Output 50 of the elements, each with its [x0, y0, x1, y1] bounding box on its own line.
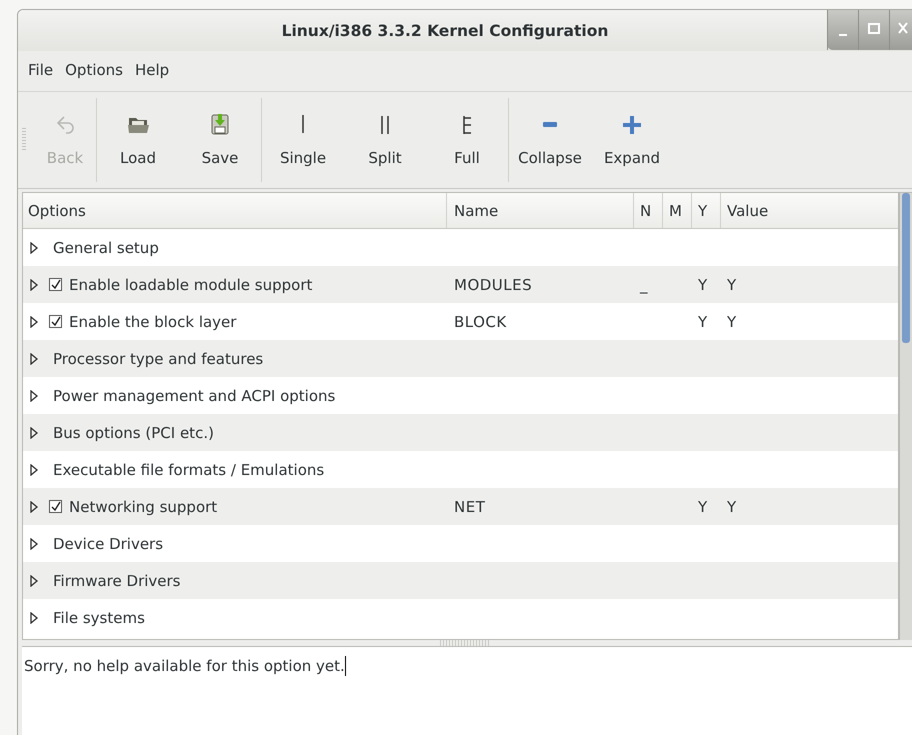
table-cell: Y: [727, 498, 736, 516]
checkbox[interactable]: [49, 500, 62, 513]
help-text: Sorry, no help available for this option yet.: [24, 657, 345, 675]
toolbar-button[interactable]: Single: [262, 94, 344, 186]
table-cell: Y: [698, 498, 708, 516]
table-cell: _: [640, 276, 648, 294]
column-header[interactable]: Options: [23, 193, 447, 228]
toolbar-button[interactable]: Full: [426, 94, 508, 186]
table-cell: Y: [698, 276, 708, 294]
column-header[interactable]: Value: [721, 193, 898, 228]
table-cell: Y: [727, 312, 736, 330]
option-label[interactable]: Processor type and features: [53, 350, 264, 368]
option-label[interactable]: Device Drivers: [53, 534, 164, 552]
floppy-icon: [209, 113, 231, 135]
menu-item[interactable]: Options: [60, 57, 130, 83]
checkbox[interactable]: [49, 315, 62, 328]
vertical-line-icon: [301, 114, 305, 134]
menu-item[interactable]: Help: [130, 57, 176, 83]
option-label[interactable]: Enable loadable module support: [69, 276, 312, 294]
toolbar-button[interactable]: Save: [179, 94, 261, 186]
scrollbar-thumb[interactable]: [902, 193, 910, 343]
option-label[interactable]: Power management and ACPI options: [53, 386, 336, 404]
table-cell: BLOCK: [454, 312, 507, 330]
table-cell: NET: [454, 498, 486, 516]
column-header[interactable]: N: [634, 193, 663, 228]
toolbar-grip[interactable]: [22, 128, 26, 152]
checkbox[interactable]: [49, 278, 62, 291]
option-label[interactable]: General setup: [53, 238, 159, 256]
pane-handle[interactable]: [440, 640, 490, 646]
option-label[interactable]: File systems: [53, 608, 145, 626]
toolbar-button[interactable]: Collapse: [509, 94, 591, 186]
option-label[interactable]: Executable file formats / Emulations: [53, 460, 324, 478]
option-label[interactable]: Enable the block layer: [69, 312, 236, 330]
column-header[interactable]: M: [663, 193, 692, 228]
table-cell: Y: [727, 276, 736, 294]
table-cell: MODULES: [454, 276, 532, 294]
column-header[interactable]: Name: [447, 193, 634, 228]
minus-icon: [543, 122, 557, 126]
plus-icon: [621, 113, 643, 135]
menu-item[interactable]: File: [18, 57, 60, 83]
toolbar-button[interactable]: Expand: [591, 94, 673, 186]
toolbar-button[interactable]: Load: [97, 94, 179, 186]
scrollbar[interactable]: [899, 193, 912, 640]
column-header[interactable]: Y: [692, 193, 721, 228]
table-cell: Y: [698, 312, 708, 330]
window-title: Linux/i386 3.3.2 Kernel Configuration: [282, 22, 608, 40]
option-label[interactable]: Networking support: [69, 498, 218, 516]
toolbar-button[interactable]: Split: [344, 94, 426, 186]
option-label[interactable]: Bus options (PCI etc.): [53, 424, 214, 442]
option-label[interactable]: Firmware Drivers: [53, 572, 180, 590]
